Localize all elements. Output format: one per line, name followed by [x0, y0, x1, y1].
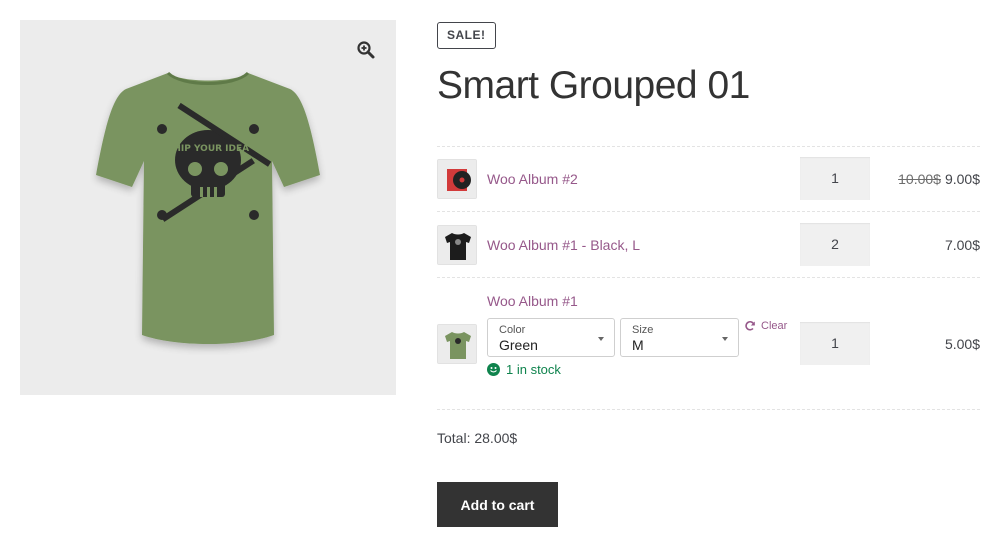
shirt-print-text: SHIP YOUR IDEA [167, 144, 249, 154]
divider [437, 277, 980, 278]
divider [437, 409, 980, 410]
add-to-cart-button[interactable]: Add to cart [437, 482, 558, 527]
zoom-in-icon[interactable] [356, 40, 376, 60]
size-label: Size [632, 324, 654, 336]
quantity-input[interactable]: 1 [800, 157, 870, 200]
color-value: Green [499, 337, 538, 353]
stock-status: 1 in stock [487, 362, 561, 377]
color-select[interactable]: Color Green [487, 318, 615, 357]
item-price: 10.00$ 9.00$ [898, 171, 980, 187]
total-price: Total: 28.00$ [437, 430, 518, 446]
product-title: Smart Grouped 01 [437, 64, 750, 107]
item-price: 7.00$ [944, 237, 980, 253]
item-price: 5.00$ [944, 336, 980, 352]
product-image[interactable]: SHIP YOUR IDEA [90, 65, 326, 355]
product-gallery: SHIP YOUR IDEA [20, 20, 396, 395]
regular-price: 10.00$ [898, 171, 941, 187]
item-link[interactable]: Woo Album #1 - Black, L [487, 237, 640, 253]
divider [437, 146, 980, 147]
color-label: Color [499, 324, 526, 336]
item-thumbnail[interactable] [437, 324, 477, 364]
smiley-icon [487, 363, 500, 376]
divider [437, 211, 980, 212]
item-link[interactable]: Woo Album #2 [487, 171, 578, 187]
sale-price: 9.00$ [944, 171, 980, 187]
stock-text: 1 in stock [506, 362, 561, 377]
clear-label: Clear [761, 320, 788, 332]
chevron-down-icon [722, 337, 728, 341]
item-thumbnail[interactable] [437, 225, 477, 265]
item-link[interactable]: Woo Album #1 [487, 293, 578, 309]
size-select[interactable]: Size M [620, 318, 739, 357]
refresh-icon [745, 321, 755, 331]
quantity-input[interactable]: 1 [800, 322, 870, 365]
quantity-input[interactable]: 2 [800, 223, 870, 266]
size-value: M [632, 337, 644, 353]
item-thumbnail[interactable] [437, 159, 477, 199]
sale-badge: SALE! [437, 22, 496, 49]
chevron-down-icon [598, 337, 604, 341]
clear-button[interactable]: Clear [744, 320, 787, 332]
